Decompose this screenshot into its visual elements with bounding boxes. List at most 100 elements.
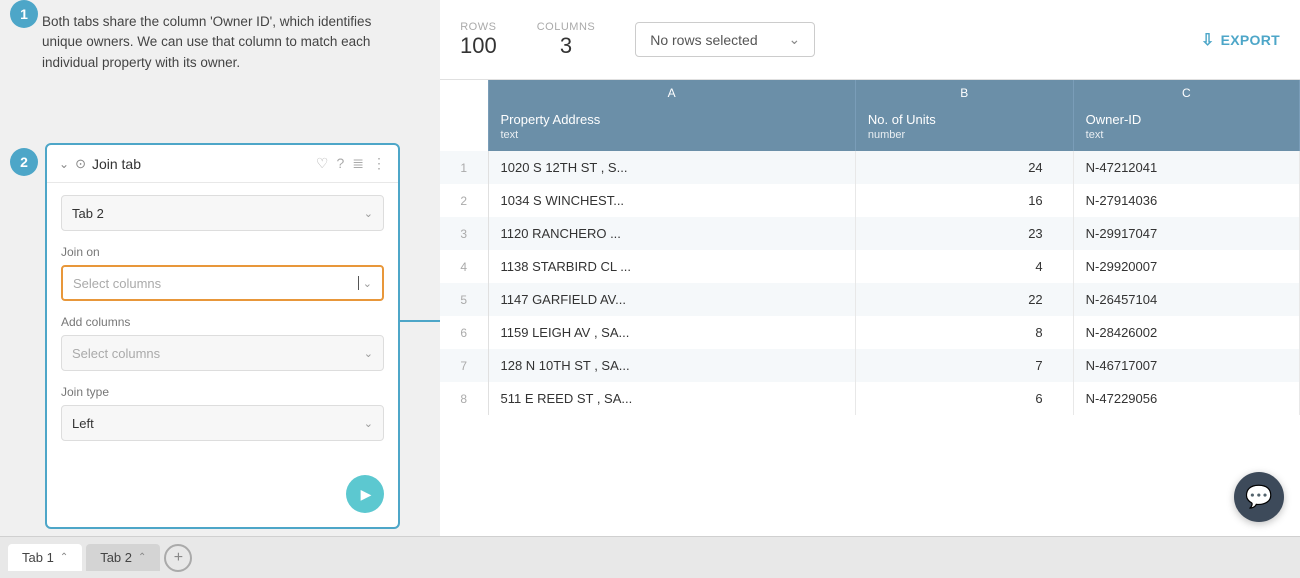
table-row: 8 511 E REED ST , SA... 6 N-47229056	[440, 382, 1300, 415]
join-on-label: Join on	[61, 245, 384, 259]
row-units: 16	[855, 184, 1073, 217]
tabs-bar: Tab 1 ⌃ Tab 2 ⌃ +	[0, 536, 1300, 578]
add-columns-chevron: ⌄	[364, 347, 373, 360]
row-units: 6	[855, 382, 1073, 415]
col-c-header: C	[1073, 80, 1299, 106]
row-units: 24	[855, 151, 1073, 184]
row-number: 5	[440, 283, 488, 316]
row-units: 4	[855, 250, 1073, 283]
add-row-icon[interactable]: ≣	[352, 155, 364, 172]
row-number: 6	[440, 316, 488, 349]
export-label: EXPORT	[1221, 32, 1280, 48]
tab2-item[interactable]: Tab 2 ⌃	[86, 544, 160, 571]
join-type-value: Left	[72, 416, 94, 431]
data-table: A B C Property Address text No. of Units…	[440, 80, 1300, 415]
tab-select-value: Tab 2	[72, 206, 104, 221]
row-number: 1	[440, 151, 488, 184]
row-number: 2	[440, 184, 488, 217]
rows-label: ROWS	[460, 21, 496, 33]
join-panel-body: Tab 2 ⌄ Join on Select columns ⌄ Add col…	[47, 183, 398, 467]
more-icon[interactable]: ⋮	[372, 155, 386, 172]
chat-bubble[interactable]: 💬	[1234, 472, 1284, 522]
row-ownerid: N-29917047	[1073, 217, 1299, 250]
join-on-dropdown[interactable]: Select columns ⌄	[61, 265, 384, 301]
join-panel: ⌄ ⊙ Join tab ♡ ? ≣ ⋮ Tab 2 ⌄ Join on Sel…	[45, 143, 400, 529]
row-ownerid: N-28426002	[1073, 316, 1299, 349]
tab1-chevron: ⌃	[60, 552, 68, 563]
col-units-header: No. of Units number	[855, 106, 1073, 151]
row-units: 23	[855, 217, 1073, 250]
tab-select-dropdown[interactable]: Tab 2 ⌄	[61, 195, 384, 231]
join-panel-title: Join tab	[92, 156, 310, 172]
row-ownerid: N-47229056	[1073, 382, 1299, 415]
tab2-chevron: ⌃	[138, 552, 146, 563]
row-units: 8	[855, 316, 1073, 349]
rows-stat: ROWS 100	[460, 21, 497, 59]
table-row: 7 128 N 10TH ST , SA... 7 N-46717007	[440, 349, 1300, 382]
connector-line	[399, 320, 441, 322]
table-row: 2 1034 S WINCHEST... 16 N-27914036	[440, 184, 1300, 217]
join-on-placeholder: Select columns	[73, 276, 161, 291]
bell-icon[interactable]: ♡	[316, 155, 329, 172]
table-row: 3 1120 RANCHERO ... 23 N-29917047	[440, 217, 1300, 250]
row-num-subheader	[440, 106, 488, 151]
play-icon: ▶	[361, 486, 372, 503]
rows-selected-dropdown[interactable]: No rows selected ⌄	[635, 22, 815, 57]
col-address-header: Property Address text	[488, 106, 855, 151]
row-number: 4	[440, 250, 488, 283]
col-b-header: B	[855, 80, 1073, 106]
row-address: 1159 LEIGH AV , SA...	[488, 316, 855, 349]
table-body: 1 1020 S 12TH ST , S... 24 N-47212041 2 …	[440, 151, 1300, 415]
join-type-dropdown[interactable]: Left ⌄	[61, 405, 384, 441]
row-address: 1120 RANCHERO ...	[488, 217, 855, 250]
add-tab-icon: +	[174, 549, 183, 567]
column-letter-row: A B C	[440, 80, 1300, 106]
columns-stat: COLUMNS 3	[537, 21, 596, 59]
row-ownerid: N-47212041	[1073, 151, 1299, 184]
rows-selected-text: No rows selected	[650, 32, 757, 48]
row-address: 128 N 10TH ST , SA...	[488, 349, 855, 382]
row-number: 7	[440, 349, 488, 382]
tab-select-chevron: ⌄	[364, 207, 373, 220]
join-on-chevron: ⌄	[363, 277, 372, 290]
row-units: 7	[855, 349, 1073, 382]
row-ownerid: N-46717007	[1073, 349, 1299, 382]
row-address: 1138 STARBIRD CL ...	[488, 250, 855, 283]
table-row: 5 1147 GARFIELD AV... 22 N-26457104	[440, 283, 1300, 316]
columns-value: 3	[560, 33, 572, 59]
join-panel-header: ⌄ ⊙ Join tab ♡ ? ≣ ⋮	[47, 145, 398, 183]
row-address: 1147 GARFIELD AV...	[488, 283, 855, 316]
data-table-area: A B C Property Address text No. of Units…	[440, 80, 1300, 536]
row-address: 1034 S WINCHEST...	[488, 184, 855, 217]
row-number: 8	[440, 382, 488, 415]
text-cursor	[358, 276, 359, 290]
column-name-row: Property Address text No. of Units numbe…	[440, 106, 1300, 151]
run-button[interactable]: ▶	[346, 475, 384, 513]
tab1-label: Tab 1	[22, 550, 54, 565]
add-columns-dropdown[interactable]: Select columns ⌄	[61, 335, 384, 371]
row-ownerid: N-26457104	[1073, 283, 1299, 316]
join-tab-icon: ⊙	[75, 156, 86, 172]
join-type-chevron: ⌄	[364, 417, 373, 430]
row-ownerid: N-29920007	[1073, 250, 1299, 283]
help-icon[interactable]: ?	[336, 155, 344, 172]
step1-number: 1	[10, 0, 38, 28]
stats-bar: ROWS 100 COLUMNS 3 No rows selected ⌄ ⇩ …	[440, 0, 1300, 80]
row-ownerid: N-27914036	[1073, 184, 1299, 217]
row-address: 511 E REED ST , SA...	[488, 382, 855, 415]
step1-description: Both tabs share the column 'Owner ID', w…	[42, 12, 412, 73]
row-num-header	[440, 80, 488, 106]
table-row: 6 1159 LEIGH AV , SA... 8 N-28426002	[440, 316, 1300, 349]
panel-icons: ♡ ? ≣ ⋮	[316, 155, 386, 172]
export-download-icon: ⇩	[1201, 30, 1215, 50]
tab2-label: Tab 2	[100, 550, 132, 565]
add-columns-placeholder: Select columns	[72, 346, 160, 361]
collapse-icon[interactable]: ⌄	[59, 157, 69, 171]
add-tab-button[interactable]: +	[164, 544, 192, 572]
join-type-label: Join type	[61, 385, 384, 399]
row-number: 3	[440, 217, 488, 250]
rows-value: 100	[460, 33, 497, 59]
export-button[interactable]: ⇩ EXPORT	[1201, 30, 1280, 50]
tab1-item[interactable]: Tab 1 ⌃	[8, 544, 82, 571]
table-row: 4 1138 STARBIRD CL ... 4 N-29920007	[440, 250, 1300, 283]
